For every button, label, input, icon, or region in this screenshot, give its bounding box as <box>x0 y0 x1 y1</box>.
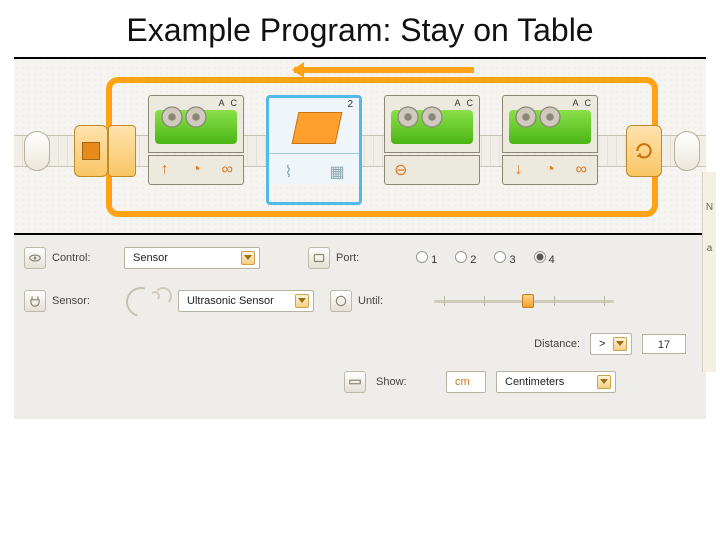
port-option-label: 2 <box>470 254 476 266</box>
program-canvas[interactable]: A C ↑ ◔ ∞ 2 ⌇ ▦ A C ⊖ <box>14 57 706 235</box>
port-indicator: A C <box>572 98 593 108</box>
eye-icon <box>24 247 46 269</box>
port-indicator: 2 <box>347 99 353 110</box>
until-icon <box>330 290 352 312</box>
sensor-label: Sensor: <box>52 295 118 307</box>
clipped-text: N <box>706 202 713 213</box>
slider-tick <box>444 296 445 306</box>
ultrasonic-dish-icon <box>120 281 180 321</box>
slider-tick <box>554 296 555 306</box>
control-label: Control: <box>52 252 118 264</box>
block-footer: ⊖ <box>384 155 480 185</box>
port-radio-group: 1 2 3 4 <box>416 251 555 266</box>
port-option-label: 1 <box>431 254 437 266</box>
port-option-label: 4 <box>549 254 555 266</box>
block-body: A C <box>502 95 598 153</box>
loop-arrow-icon <box>294 67 474 73</box>
port-indicator: A C <box>454 98 475 108</box>
config-row-sensor: Sensor: Ultrasonic Sensor Until: <box>24 281 696 321</box>
sensor-dropdown[interactable]: Ultrasonic Sensor <box>178 290 314 312</box>
config-row-distance: Distance: > 17 <box>24 329 696 359</box>
dropdown-value: Sensor <box>133 252 241 264</box>
compare-dropdown[interactable]: > <box>590 333 632 355</box>
slider-handle[interactable] <box>522 294 534 308</box>
port-label: Port: <box>336 252 396 264</box>
dropdown-value: cm <box>455 376 481 388</box>
wave-icon: ⌇ <box>285 162 299 176</box>
port-radio-1[interactable] <box>416 251 428 263</box>
stop-icon: ⊖ <box>393 162 409 178</box>
beam-start-cap <box>24 131 50 171</box>
grip-icon: ▦ <box>330 162 344 176</box>
plug-icon <box>24 290 46 312</box>
show-label: Show: <box>376 376 436 388</box>
unit-dropdown[interactable]: Centimeters <box>496 371 616 393</box>
chevron-down-icon <box>241 251 255 265</box>
ruler-icon <box>344 371 366 393</box>
chevron-down-icon <box>613 337 627 351</box>
distance-input[interactable]: 17 <box>642 334 686 354</box>
block-body: 2 <box>269 98 359 154</box>
hourglass-flag-icon <box>292 112 343 144</box>
port-radio-4[interactable] <box>534 251 546 263</box>
clipped-sidebar: N a <box>702 172 716 372</box>
start-block[interactable] <box>74 125 108 177</box>
config-row-control: Control: Sensor Port: 1 2 3 4 <box>24 243 696 273</box>
move-block-1[interactable]: A C ↑ ◔ ∞ <box>148 95 244 205</box>
gear-icon <box>181 102 211 132</box>
move-block-3[interactable]: A C ↓ ◔ ∞ <box>502 95 598 205</box>
dropdown-value: Centimeters <box>505 376 597 388</box>
infinity-icon: ∞ <box>219 162 235 178</box>
wait-sensor-block[interactable]: 2 ⌇ ▦ <box>266 95 362 205</box>
until-label: Until: <box>358 295 418 307</box>
blank-icon <box>424 162 440 178</box>
port-indicator: A C <box>218 98 239 108</box>
dropdown-value: Ultrasonic Sensor <box>187 295 295 307</box>
port-option-label: 3 <box>509 254 515 266</box>
loop-end-block[interactable] <box>626 125 662 177</box>
loop-icon <box>634 141 654 161</box>
chevron-down-icon <box>597 375 611 389</box>
move-block-2[interactable]: A C ⊖ <box>384 95 480 205</box>
infinity-icon: ∞ <box>573 162 589 178</box>
gear-icon <box>417 102 447 132</box>
start-glyph-icon <box>82 142 100 160</box>
control-dropdown[interactable]: Sensor <box>124 247 260 269</box>
until-slider[interactable] <box>434 292 614 310</box>
config-row-show: Show: cm Centimeters <box>344 367 696 397</box>
block-body: A C <box>384 95 480 153</box>
slider-tick <box>484 296 485 306</box>
chevron-down-icon <box>295 294 309 308</box>
unit-short-dropdown[interactable]: cm <box>446 371 486 393</box>
port-icon <box>308 247 330 269</box>
up-arrow-icon: ↑ <box>157 162 173 178</box>
speedometer-icon: ◔ <box>188 162 204 178</box>
beam-end-cap <box>674 131 700 171</box>
slider-tick <box>604 296 605 306</box>
block-footer: ⌇ ▦ <box>269 154 359 184</box>
speedometer-icon: ◔ <box>542 162 558 178</box>
port-radio-3[interactable] <box>494 251 506 263</box>
clipped-text: a <box>707 243 713 254</box>
loop-start-block[interactable] <box>108 125 136 177</box>
down-arrow-icon: ↓ <box>511 162 527 178</box>
gear-icon <box>535 102 565 132</box>
blank-icon <box>455 162 471 178</box>
block-body: A C <box>148 95 244 153</box>
block-footer: ↓ ◔ ∞ <box>502 155 598 185</box>
dropdown-value: > <box>599 338 613 350</box>
distance-label: Distance: <box>534 338 580 350</box>
port-radio-2[interactable] <box>455 251 467 263</box>
config-panel: Control: Sensor Port: 1 2 3 4 Sensor: Ul… <box>14 235 706 419</box>
block-footer: ↑ ◔ ∞ <box>148 155 244 185</box>
page-title: Example Program: Stay on Table <box>0 0 720 57</box>
